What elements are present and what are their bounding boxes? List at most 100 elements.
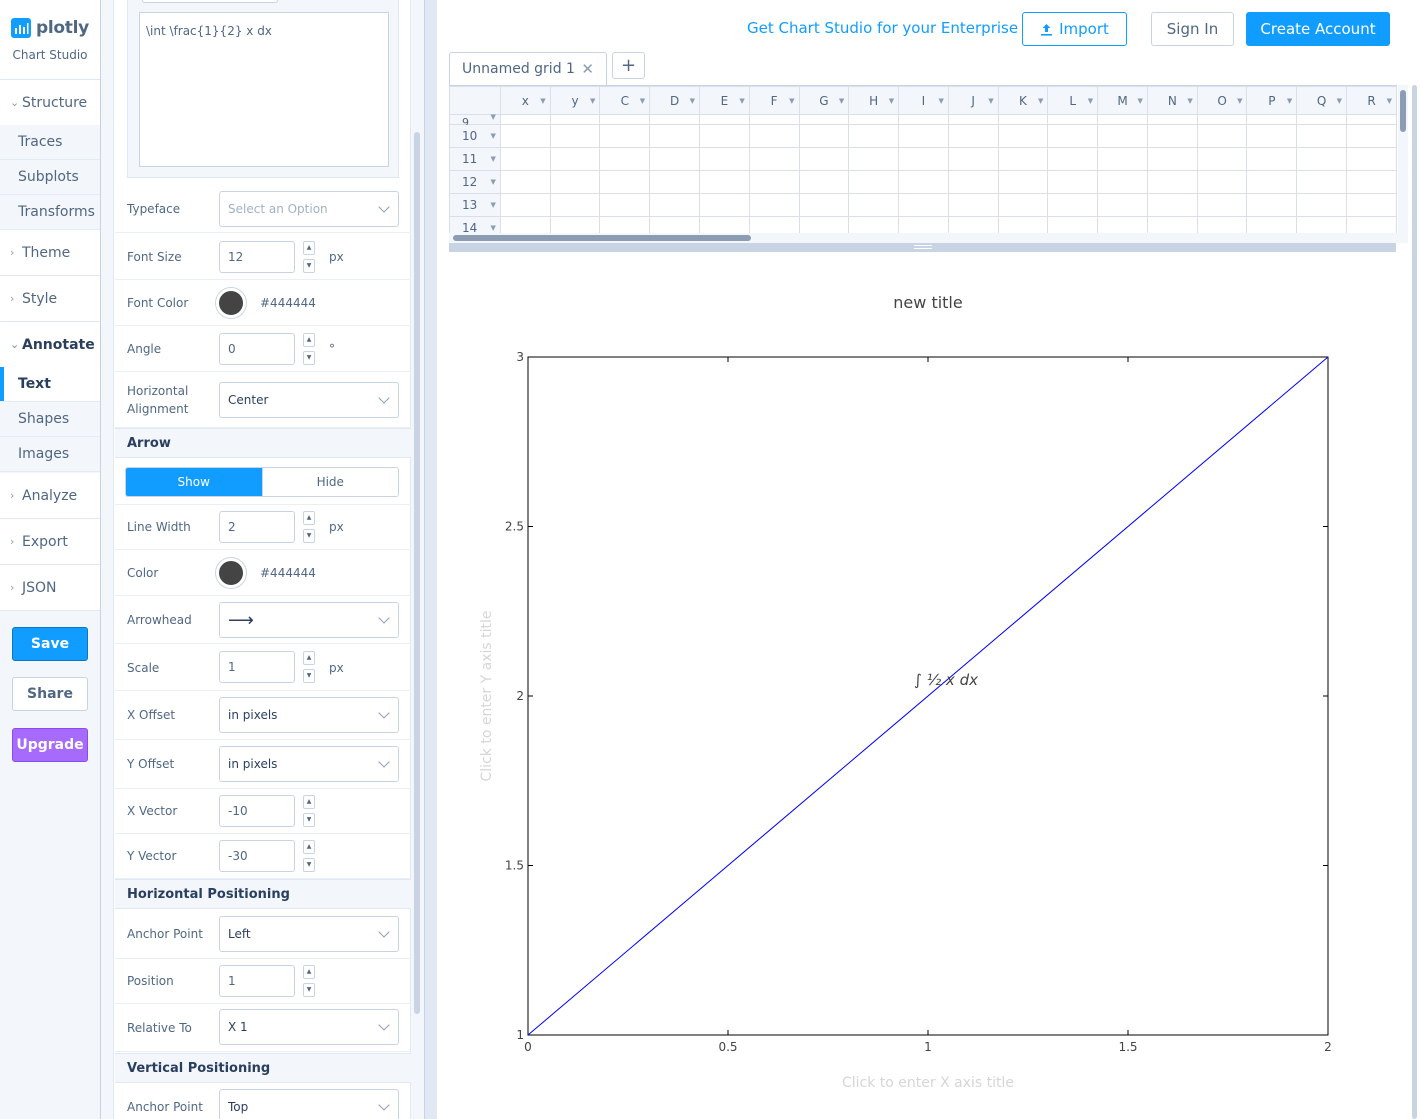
grid-cell[interactable] (997, 216, 1049, 233)
caret-down-icon[interactable]: ▼ (988, 97, 993, 105)
grid-cell[interactable] (997, 114, 1049, 125)
grid-cell[interactable] (499, 124, 551, 148)
grid-cell[interactable] (997, 147, 1049, 171)
grid-cell[interactable] (997, 193, 1049, 217)
grid-cell[interactable] (1047, 216, 1099, 233)
sign-in-button[interactable]: Sign In (1151, 12, 1234, 46)
typeface-select[interactable]: Select an Option (219, 191, 399, 227)
grid-cell[interactable] (698, 124, 750, 148)
grid-tab[interactable]: Unnamed grid 1 ✕ (449, 52, 607, 85)
grid-cell[interactable] (947, 216, 999, 233)
caret-down-icon[interactable]: ▼ (1088, 97, 1093, 105)
caret-down-icon[interactable]: ▼ (1038, 97, 1043, 105)
grid-cell[interactable] (898, 193, 949, 217)
grid-cell[interactable] (898, 170, 949, 194)
grid-cell[interactable] (1296, 216, 1348, 233)
grid-cell[interactable] (599, 124, 651, 148)
grid-cell[interactable] (1097, 170, 1148, 194)
caret-down-icon[interactable]: ▼ (938, 97, 943, 105)
caret-down-icon[interactable]: ▼ (303, 669, 315, 683)
caret-down-icon[interactable]: ▼ (303, 813, 315, 827)
x-vector-input[interactable]: -10 (219, 795, 295, 827)
grid-cell[interactable] (1146, 193, 1198, 217)
grid-cell[interactable] (1196, 193, 1248, 217)
row-header[interactable]: 13 ▼ (449, 193, 501, 217)
grid-cell[interactable] (848, 147, 900, 171)
grid-cell[interactable] (798, 193, 850, 217)
angle-stepper[interactable]: ▲ ▼ (303, 333, 315, 365)
caret-up-icon[interactable]: ▲ (303, 651, 315, 665)
grid-cell[interactable] (649, 124, 700, 148)
row-header[interactable]: 14 ▼ (449, 216, 501, 233)
grid-cell[interactable] (848, 114, 900, 125)
caret-down-icon[interactable]: ▼ (1237, 97, 1242, 105)
grid-cell[interactable] (1346, 114, 1397, 125)
nav-structure[interactable]: ⌄ Structure (0, 80, 100, 126)
grid-cell[interactable] (1346, 147, 1397, 171)
annotation-text[interactable]: ∫ ½ x dx (914, 671, 978, 689)
caret-down-icon[interactable]: ▼ (490, 155, 495, 163)
main-scrollbar[interactable] (1408, 85, 1420, 1119)
add-grid-button[interactable]: + (612, 52, 645, 79)
grid-cell[interactable] (1047, 170, 1099, 194)
column-header[interactable]: P ▼ (1246, 86, 1298, 115)
caret-down-icon[interactable]: ▼ (839, 97, 844, 105)
import-button[interactable]: Import (1022, 12, 1127, 46)
grid-cell[interactable] (549, 114, 601, 125)
grid-cell[interactable] (499, 170, 551, 194)
nav-analyze[interactable]: › Analyze (0, 473, 100, 519)
y-offset-select[interactable]: in pixels (219, 746, 399, 782)
grid-vertical-scrollbar[interactable] (1398, 85, 1408, 233)
grid-cell[interactable] (848, 193, 900, 217)
scale-input[interactable]: 1 (219, 651, 295, 683)
grid-cell[interactable] (549, 170, 601, 194)
grid-cell[interactable] (499, 193, 551, 217)
x-axis-title[interactable]: Click to enter X axis title (842, 1075, 1014, 1091)
grid-cell[interactable] (748, 147, 800, 171)
grid-cell[interactable] (1296, 193, 1348, 217)
column-header[interactable]: y ▼ (549, 86, 601, 115)
grid-cell[interactable] (1246, 170, 1298, 194)
caret-up-icon[interactable]: ▲ (303, 511, 315, 525)
column-header[interactable]: Q ▼ (1296, 86, 1348, 115)
grid-cell[interactable] (599, 216, 651, 233)
x-axis[interactable]: 0 0.5 1 1.5 2 (524, 357, 1332, 1054)
column-header[interactable]: C ▼ (599, 86, 651, 115)
grid-vertical-scrollbar-thumb[interactable] (1400, 90, 1406, 132)
grid-cell[interactable] (649, 147, 700, 171)
column-header[interactable]: I ▼ (898, 86, 949, 115)
grid-cell[interactable] (549, 216, 601, 233)
nav-item-images[interactable]: Images (0, 437, 100, 472)
grid-cell[interactable] (1097, 216, 1148, 233)
grid-cell[interactable] (947, 170, 999, 194)
caret-down-icon[interactable]: ▼ (490, 178, 495, 186)
caret-down-icon[interactable]: ▼ (1287, 97, 1292, 105)
arrow-hide-button[interactable]: Hide (261, 468, 398, 496)
save-button[interactable]: Save (12, 627, 88, 661)
caret-down-icon[interactable]: ▼ (739, 97, 744, 105)
grid-cell[interactable] (599, 170, 651, 194)
grid-cell[interactable] (748, 114, 800, 125)
caret-down-icon[interactable]: ▼ (789, 97, 794, 105)
caret-down-icon[interactable]: ▼ (303, 983, 315, 997)
grid-cell[interactable] (898, 147, 949, 171)
y-vector-input[interactable]: -30 (219, 840, 295, 872)
row-header[interactable]: 12 ▼ (449, 170, 501, 194)
grid-cell[interactable] (1346, 124, 1397, 148)
grid-cell[interactable] (947, 193, 999, 217)
chart-title[interactable]: new title (893, 293, 962, 312)
scale-stepper[interactable]: ▲ ▼ (303, 651, 315, 683)
nav-json[interactable]: › JSON (0, 565, 100, 611)
caret-down-icon[interactable]: ▼ (303, 351, 315, 365)
panel-divider[interactable] (424, 0, 437, 1119)
grid-cell[interactable] (947, 124, 999, 148)
grid-horizontal-scrollbar[interactable] (449, 233, 1408, 243)
caret-down-icon[interactable]: ▼ (490, 132, 495, 140)
grid-cell[interactable] (549, 147, 601, 171)
grid-cell[interactable] (549, 193, 601, 217)
grid-cell[interactable] (549, 124, 601, 148)
nav-annotate[interactable]: ⌄ Annotate (0, 322, 100, 368)
grid-cell[interactable] (599, 114, 651, 125)
grid-cell[interactable] (1246, 124, 1298, 148)
grid-cell[interactable] (798, 147, 850, 171)
